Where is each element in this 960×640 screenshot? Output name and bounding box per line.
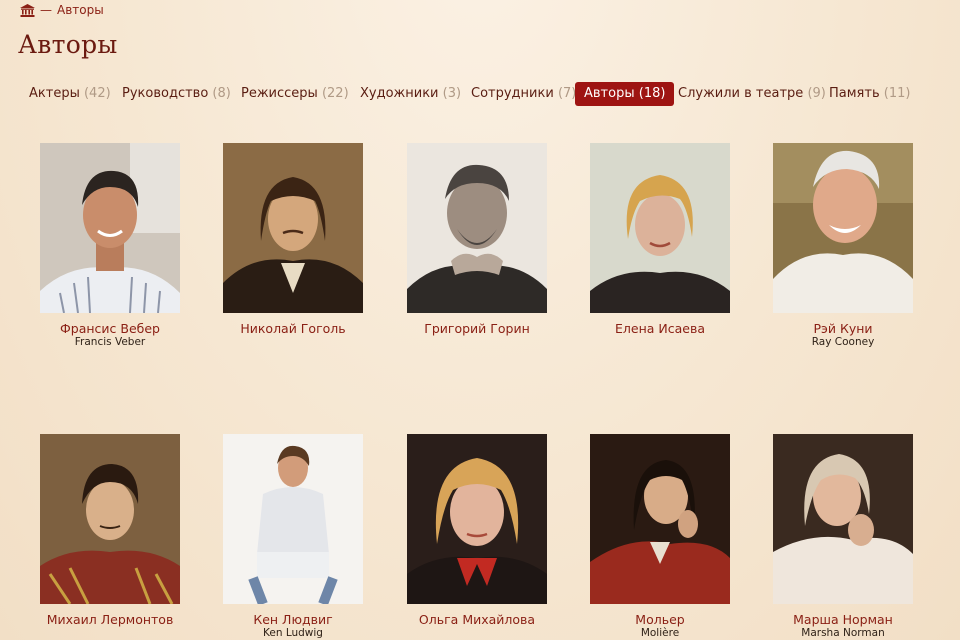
author-photo[interactable]: [773, 143, 913, 313]
author-card[interactable]: Михаил Лермонтов: [40, 434, 180, 627]
author-name[interactable]: Марша Норман: [773, 612, 913, 627]
author-original-name: Molière: [640, 627, 680, 639]
tab-actors[interactable]: Актеры (42): [20, 82, 120, 106]
author-name[interactable]: Кен Людвиг: [223, 612, 363, 627]
author-photo[interactable]: [40, 434, 180, 604]
author-photo[interactable]: [590, 143, 730, 313]
author-name[interactable]: Григорий Горин: [407, 321, 547, 336]
tab-authors[interactable]: Авторы (18): [575, 82, 675, 106]
author-original-name: Francis Veber: [74, 336, 146, 348]
author-original-name: Marsha Norman: [801, 627, 885, 639]
tab-artists[interactable]: Художники (3): [351, 82, 470, 106]
author-photo[interactable]: [773, 434, 913, 604]
breadcrumb-current: Авторы: [57, 3, 104, 17]
author-card[interactable]: Марша Норман Marsha Norman: [773, 434, 913, 640]
tab-staff[interactable]: Сотрудники (7): [462, 82, 585, 106]
author-name[interactable]: Рэй Куни: [773, 321, 913, 336]
author-original-name: Ray Cooney: [811, 336, 875, 348]
author-card[interactable]: Мольер Molière: [590, 434, 730, 640]
author-photo[interactable]: [223, 143, 363, 313]
author-card[interactable]: Григорий Горин: [407, 143, 547, 336]
tab-former-members[interactable]: Служили в театре (9): [669, 82, 835, 106]
author-name[interactable]: Франсис Вебер: [40, 321, 180, 336]
author-name[interactable]: Михаил Лермонтов: [40, 612, 180, 627]
tab-management[interactable]: Руководство (8): [113, 82, 240, 106]
author-name[interactable]: Мольер: [590, 612, 730, 627]
author-photo[interactable]: [223, 434, 363, 604]
author-photo[interactable]: [590, 434, 730, 604]
breadcrumb: — Авторы: [20, 3, 104, 17]
author-card[interactable]: Рэй Куни Ray Cooney: [773, 143, 913, 349]
author-name[interactable]: Ольга Михайлова: [407, 612, 547, 627]
breadcrumb-separator: —: [40, 3, 52, 17]
author-photo[interactable]: [407, 434, 547, 604]
author-name[interactable]: Николай Гоголь: [223, 321, 363, 336]
tab-directors[interactable]: Режиссеры (22): [232, 82, 358, 106]
author-card[interactable]: Франсис Вебер Francis Veber: [40, 143, 180, 349]
author-original-name: Ken Ludwig: [263, 627, 323, 639]
author-card[interactable]: Николай Гоголь: [223, 143, 363, 336]
author-card[interactable]: Кен Людвиг Ken Ludwig: [223, 434, 363, 640]
category-tabs: Актеры (42) Руководство (8) Режиссеры (2…: [0, 82, 960, 108]
author-card[interactable]: Ольга Михайлова: [407, 434, 547, 627]
tab-memory[interactable]: Память (11): [820, 82, 919, 106]
author-photo[interactable]: [407, 143, 547, 313]
theatre-building-icon[interactable]: [20, 3, 35, 17]
author-card[interactable]: Елена Исаева: [590, 143, 730, 336]
author-name[interactable]: Елена Исаева: [590, 321, 730, 336]
author-photo[interactable]: [40, 143, 180, 313]
page-title: Авторы: [18, 30, 118, 59]
